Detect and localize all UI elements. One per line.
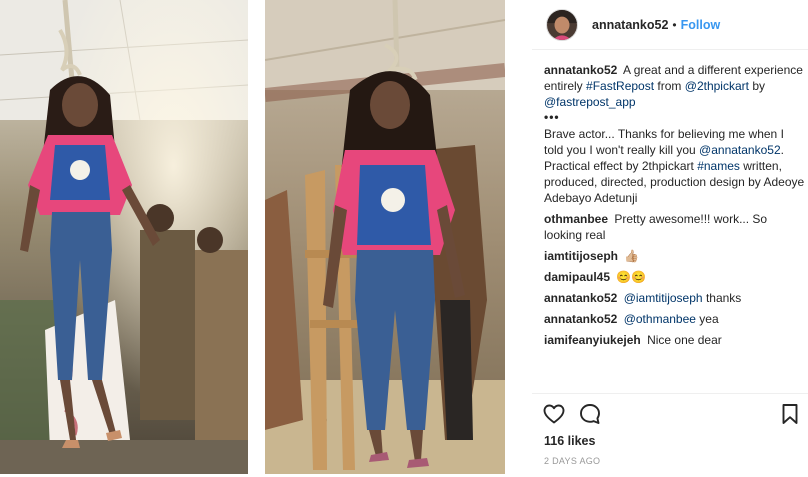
comment-username[interactable]: annatanko52 xyxy=(544,312,617,326)
comment-item: annatanko52 @othmanbee yea xyxy=(544,311,806,327)
action-buttons xyxy=(542,402,804,426)
comment-username[interactable]: iamtitijoseph xyxy=(544,249,618,263)
header-separator: • xyxy=(672,17,677,32)
comment-text: from xyxy=(657,79,682,93)
post-actions: 116 likes 2 DAYS AGO xyxy=(532,393,808,477)
like-count[interactable]: 116 likes xyxy=(544,434,595,448)
post-author-username[interactable]: annatanko52 xyxy=(592,18,668,32)
heart-icon[interactable] xyxy=(542,402,566,426)
follow-button[interactable]: Follow xyxy=(681,18,721,32)
comment-item: damipaul45 😊😊 xyxy=(544,269,806,285)
mention-link[interactable]: @annatanko52 xyxy=(699,143,781,157)
post-media[interactable] xyxy=(0,0,512,477)
post-timestamp[interactable]: 2 DAYS AGO xyxy=(544,456,600,466)
comment-username[interactable]: damipaul45 xyxy=(544,270,610,284)
mention-link[interactable]: @fastrepost_app xyxy=(544,95,636,109)
mention-link[interactable]: @othmanbee xyxy=(624,312,696,326)
hashtag-link[interactable]: #names xyxy=(697,159,740,173)
photo-left-image xyxy=(0,0,248,474)
photo-right-image xyxy=(265,0,505,474)
comment-username[interactable]: annatanko52 xyxy=(544,63,617,77)
comment-username[interactable]: othmanbee xyxy=(544,212,608,226)
post-header: annatanko52 • Follow xyxy=(532,0,808,50)
hashtag-link[interactable]: #FastRepost xyxy=(586,79,654,93)
comment-text: Nice one dear xyxy=(647,333,722,347)
comment-text: thanks xyxy=(705,291,742,305)
mention-link[interactable]: @2thpickart xyxy=(685,79,749,93)
comment-emoji: 👍🏼 xyxy=(624,249,640,263)
comment-emoji: 😊😊 xyxy=(616,270,647,284)
comment-item: iamtitijoseph 👍🏼 xyxy=(544,248,806,264)
comment-username[interactable]: annatanko52 xyxy=(544,291,617,305)
more-dots: ••• xyxy=(544,110,560,124)
comment-item: iamifeanyiukejeh Nice one dear xyxy=(544,332,806,348)
post-photo-right xyxy=(265,0,505,474)
profile-photo-icon[interactable] xyxy=(546,8,578,41)
post-photo-left xyxy=(0,0,248,474)
comment-item: annatanko52 @iamtitijoseph thanks xyxy=(544,290,806,306)
post-side-panel: annatanko52 • Follow annatanko52 A great… xyxy=(532,0,808,477)
comment-text: yea xyxy=(699,312,719,326)
bookmark-icon[interactable] xyxy=(778,402,802,426)
comments-list[interactable]: annatanko52 A great and a different expe… xyxy=(544,62,806,394)
comment-item: othmanbee Pretty awesome!!! work... So l… xyxy=(544,211,806,243)
comment-bubble-icon[interactable] xyxy=(578,402,602,426)
comment-username[interactable]: iamifeanyiukejeh xyxy=(544,333,641,347)
mention-link[interactable]: @iamtitijoseph xyxy=(624,291,703,305)
caption-comment: annatanko52 A great and a different expe… xyxy=(544,62,806,206)
comment-text: by xyxy=(752,79,766,93)
